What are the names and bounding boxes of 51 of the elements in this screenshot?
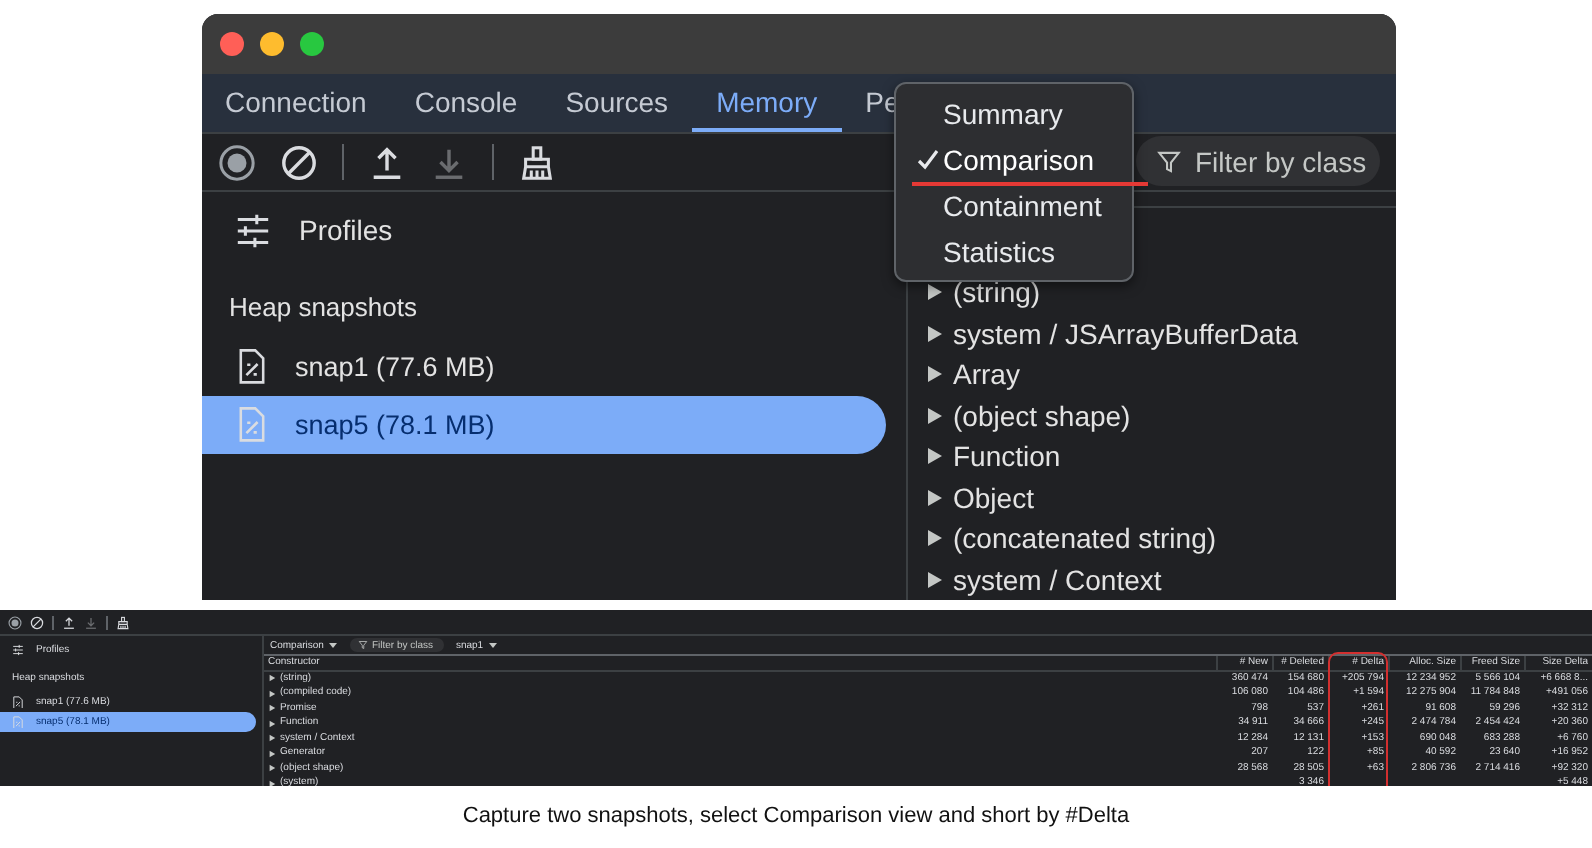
record-icon[interactable] — [8, 615, 22, 629]
minimize-button[interactable] — [259, 32, 283, 56]
expand-arrow-icon[interactable] — [923, 487, 943, 508]
close-button[interactable] — [219, 32, 243, 56]
tab[interactable]: Memory — [692, 74, 842, 132]
menu-item[interactable]: Summary — [895, 90, 1131, 136]
expand-arrow-icon[interactable] — [923, 569, 943, 590]
snapshot-item[interactable]: snap5 (78.1 MB) — [201, 396, 885, 454]
filter-field[interactable]: Filter by class — [1135, 136, 1379, 186]
sliders-icon — [233, 211, 271, 249]
zoom-button[interactable] — [299, 32, 323, 56]
record-icon[interactable] — [217, 143, 255, 181]
constructor-name: (object shape) — [953, 399, 1131, 432]
profiles-label[interactable]: Profiles — [299, 214, 393, 246]
snapshot-item[interactable]: snap1 (77.6 MB) — [201, 338, 885, 396]
caret-icon — [327, 640, 338, 650]
snapshot-icon — [235, 348, 267, 386]
tab[interactable]: Console — [390, 74, 542, 132]
constructor-name: Object — [953, 481, 1034, 514]
menu-item[interactable]: Comparison — [895, 136, 1131, 182]
clear-icon[interactable] — [279, 143, 317, 181]
download-icon[interactable] — [84, 615, 98, 629]
section-title: Heap snapshots — [227, 290, 419, 326]
constructor-name: system / Context — [953, 563, 1162, 596]
broom-icon[interactable] — [116, 615, 130, 629]
clear-icon[interactable] — [30, 615, 44, 629]
sliders-icon — [12, 644, 24, 656]
constructor-name: (concatenated string) — [953, 522, 1217, 555]
expand-arrow-icon[interactable] — [923, 323, 943, 344]
menu-item[interactable]: Statistics — [895, 228, 1131, 274]
snapshot-icon — [235, 406, 267, 444]
caret-icon — [487, 640, 498, 650]
constructor-name: system / JSArrayBufferData — [953, 317, 1298, 350]
tab[interactable]: Connection — [201, 74, 391, 132]
expand-arrow-icon[interactable] — [923, 446, 943, 467]
broom-icon[interactable] — [517, 143, 555, 181]
checkmark-icon — [915, 147, 939, 171]
tab[interactable]: Sources — [541, 74, 693, 132]
constructor-name: Function — [953, 440, 1061, 473]
menu-item[interactable]: Containment — [895, 182, 1131, 228]
expand-arrow-icon[interactable] — [923, 364, 943, 385]
upload-icon[interactable] — [62, 615, 76, 629]
snapshot-icon — [12, 695, 24, 709]
constructor-name: Array — [953, 358, 1020, 391]
caption: Capture two snapshots, select Comparison view and short by #Delta — [462, 804, 1130, 828]
expand-arrow-icon[interactable] — [923, 528, 943, 549]
expand-arrow-icon[interactable] — [923, 282, 943, 303]
constructor-name: (string) — [953, 276, 1041, 309]
expand-arrow-icon[interactable] — [923, 405, 943, 426]
filter-icon — [357, 640, 368, 650]
snapshot-icon — [12, 715, 24, 729]
